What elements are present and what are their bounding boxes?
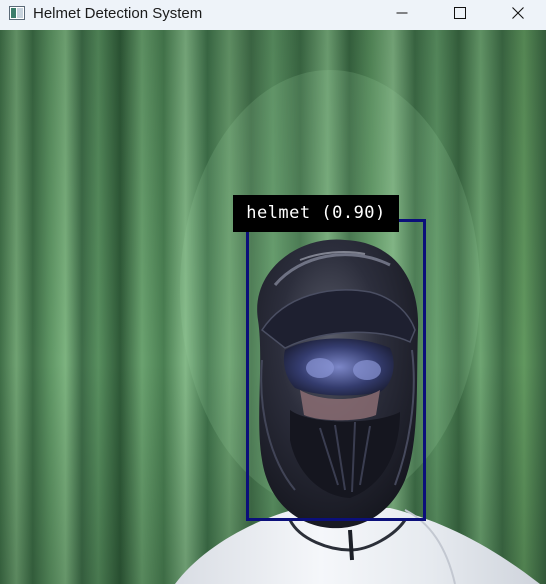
detection-label: helmet (0.90) (233, 195, 399, 232)
title-bar[interactable]: Helmet Detection System (0, 0, 546, 30)
app-icon (9, 6, 25, 20)
maximize-button[interactable] (437, 0, 483, 30)
window-title: Helmet Detection System (33, 5, 203, 22)
detection-bounding-box (246, 219, 426, 521)
maximize-icon (454, 6, 466, 24)
minimize-button[interactable] (379, 0, 425, 30)
camera-feed: helmet (0.90) (0, 30, 546, 584)
close-icon (512, 6, 524, 24)
app-window: Helmet Detection System helmet (0.90) (0, 0, 546, 584)
minimize-icon (396, 6, 408, 24)
close-button[interactable] (495, 0, 541, 30)
